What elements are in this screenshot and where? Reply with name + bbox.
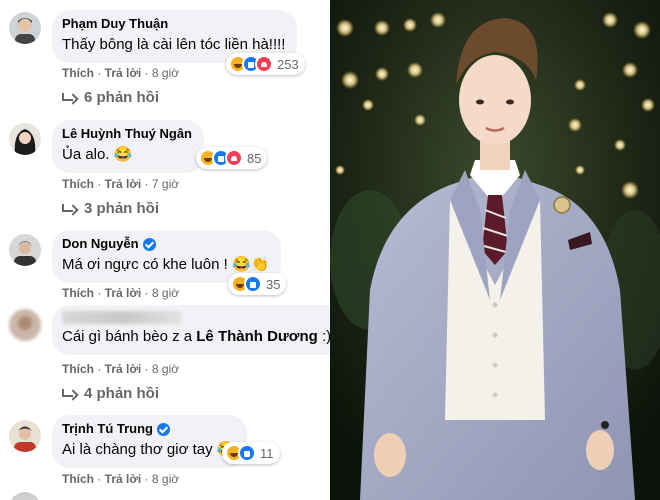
comment-thread: Phạm Duy Thuận Thấy bông là cài lên tóc … <box>0 0 330 500</box>
love-reaction-icon <box>255 55 273 73</box>
avatar[interactable] <box>9 123 41 155</box>
view-replies-link[interactable]: 4 phản hồi <box>62 385 159 402</box>
comment-time[interactable]: 8 giờ <box>152 286 179 300</box>
comment-text: Cái gì bánh bèo z a Lê Thành Dương :) <box>62 328 330 345</box>
comment-time[interactable]: 8 giờ <box>152 472 179 486</box>
like-link[interactable]: Thích <box>62 362 94 376</box>
reply-arrow-icon <box>62 92 76 103</box>
replies-count: 6 phản hồi <box>84 89 159 106</box>
verified-badge-icon <box>157 422 170 436</box>
man-in-suit-photo <box>330 0 660 500</box>
comment-author <box>62 311 330 324</box>
comment-author[interactable]: Lê Huỳnh Thuý Ngân <box>62 126 192 142</box>
avatar[interactable] <box>9 309 41 341</box>
comment-time[interactable]: 8 giờ <box>152 362 179 376</box>
reply-link[interactable]: Trả lời <box>105 362 142 376</box>
comment-author[interactable]: Phạm Duy Thuận <box>62 16 285 32</box>
comment-meta: Thích · Trả lời · 8 giờ <box>62 362 180 376</box>
comment-text: Ủa alo. 😂 <box>62 146 133 163</box>
reaction-count: 85 <box>247 150 262 166</box>
reply-arrow-icon <box>62 203 76 214</box>
comment-time[interactable]: 8 giờ <box>152 66 179 80</box>
view-replies-link[interactable]: 6 phản hồi <box>62 89 159 106</box>
comment-bubble: Trịnh Tú Trung Ai là chàng thơ giơ tay 😂 <box>52 415 248 468</box>
reaction-count: 253 <box>277 56 299 72</box>
replies-count: 4 phản hồi <box>84 385 159 402</box>
reply-link[interactable]: Trả lời <box>105 66 142 80</box>
reaction-summary[interactable]: 253 <box>226 53 305 75</box>
love-reaction-icon <box>225 149 243 167</box>
comment-text: Má ơi ngực có khe luôn ! 😂👏 <box>62 256 270 273</box>
like-link[interactable]: Thích <box>62 177 94 191</box>
comment-meta: Thích · Trả lời · 7 giờ <box>62 177 180 191</box>
comment-meta: Thích · Trả lời · 8 giờ <box>62 66 180 80</box>
comment-meta: Thích · Trả lời · 8 giờ <box>62 286 180 300</box>
reaction-summary[interactable]: 85 <box>196 147 268 169</box>
reply-link[interactable]: Trả lời <box>105 286 142 300</box>
reply-arrow-icon <box>62 388 76 399</box>
verified-badge-icon <box>142 237 156 251</box>
replies-count: 3 phản hồi <box>84 200 159 217</box>
comment-bubble: Lê Huỳnh Thuý Ngân Ủa alo. 😂 <box>52 120 204 173</box>
comment-author[interactable]: Don Nguyễn <box>62 236 269 252</box>
comment-text: Ai là chàng thơ giơ tay 😂 <box>62 441 236 458</box>
hidden-author-name <box>62 311 182 324</box>
like-link[interactable]: Thích <box>62 472 94 486</box>
comment-text: Thấy bông là cài lên tóc liền hà!!!! <box>62 36 286 53</box>
comment-author[interactable]: Trịnh Tú Trung <box>62 421 235 437</box>
reply-link[interactable]: Trả lời <box>105 472 142 486</box>
like-reaction-icon <box>244 275 262 293</box>
mention-link[interactable]: Lê Thành Dương <box>196 328 318 345</box>
like-link[interactable]: Thích <box>62 66 94 80</box>
reaction-summary[interactable]: 35 <box>228 273 287 295</box>
like-reaction-icon <box>238 444 256 462</box>
comment-time[interactable]: 7 giờ <box>152 177 179 191</box>
avatar[interactable] <box>9 12 41 44</box>
reaction-summary[interactable]: 11 <box>222 442 280 464</box>
avatar[interactable] <box>9 234 41 266</box>
avatar[interactable] <box>9 420 41 452</box>
post-photo <box>330 0 660 500</box>
like-link[interactable]: Thích <box>62 286 94 300</box>
reaction-count: 11 <box>260 445 274 461</box>
reply-link[interactable]: Trả lời <box>105 177 142 191</box>
comment-bubble: Cái gì bánh bèo z a Lê Thành Dương :) <box>52 305 330 355</box>
avatar[interactable] <box>9 492 41 500</box>
reaction-count: 35 <box>266 276 281 292</box>
comment-meta: Thích · Trả lời · 8 giờ <box>62 472 180 486</box>
view-replies-link[interactable]: 3 phản hồi <box>62 200 159 217</box>
